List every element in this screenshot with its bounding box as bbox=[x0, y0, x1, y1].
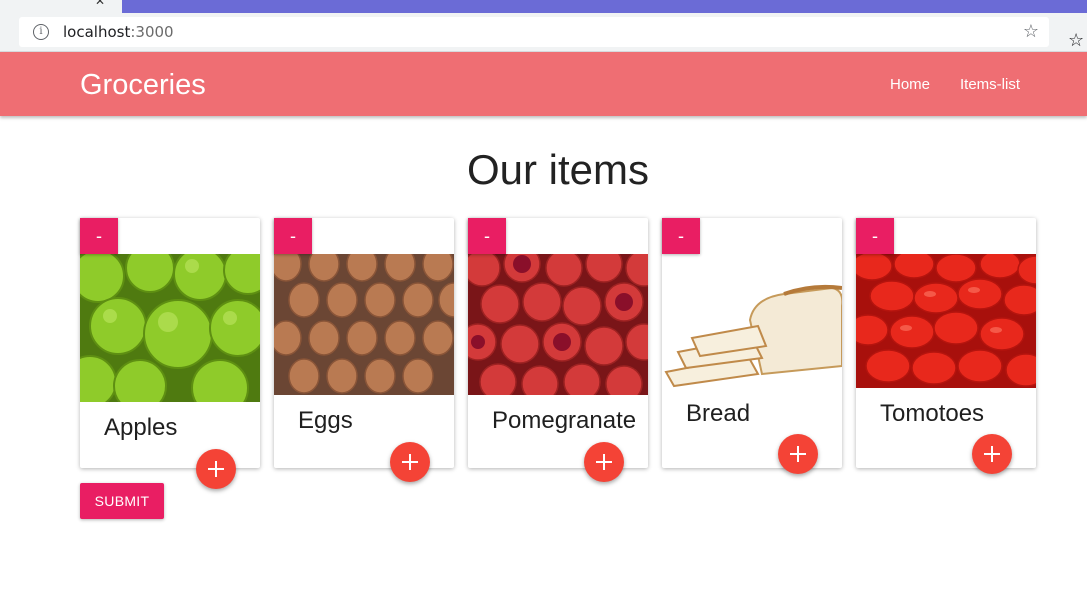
decrease-button[interactable]: - bbox=[274, 218, 312, 254]
item-name: Tomotoes bbox=[880, 400, 985, 427]
decrease-button[interactable]: - bbox=[856, 218, 894, 254]
plus-icon bbox=[790, 446, 806, 462]
plus-icon bbox=[208, 461, 224, 477]
nav-items-list[interactable]: Items-list bbox=[960, 76, 1020, 93]
browser-toolbar: i localhost:3000 ☆ ☆ bbox=[0, 13, 1087, 52]
item-name: Eggs bbox=[298, 407, 353, 434]
app-bar: Groceries Home Items-list bbox=[0, 52, 1087, 116]
url-text[interactable]: localhost:3000 bbox=[63, 23, 174, 41]
increase-button[interactable] bbox=[584, 442, 624, 482]
item-card-pomegranate: Pomegranate - bbox=[468, 218, 648, 482]
item-image-tomatoes bbox=[856, 254, 1036, 388]
decrease-button[interactable]: - bbox=[80, 218, 118, 254]
item-name: Apples bbox=[104, 414, 178, 441]
increase-button[interactable] bbox=[778, 434, 818, 474]
item-card-tomatoes: Tomotoes - bbox=[856, 218, 1036, 474]
plus-icon bbox=[596, 454, 612, 470]
page-title: Our items bbox=[466, 146, 650, 193]
nav-home[interactable]: Home bbox=[890, 76, 930, 93]
item-name: Pomegranate bbox=[492, 407, 637, 434]
increase-button[interactable] bbox=[972, 434, 1012, 474]
plus-icon bbox=[402, 454, 418, 470]
url-port: :3000 bbox=[130, 23, 174, 41]
address-bar[interactable]: i localhost:3000 ☆ bbox=[19, 17, 1049, 47]
url-host: localhost bbox=[63, 23, 131, 41]
plus-icon bbox=[984, 446, 1000, 462]
increase-button[interactable] bbox=[196, 449, 236, 489]
item-name: Bread bbox=[686, 400, 751, 427]
item-image-pomegranate bbox=[468, 254, 648, 395]
item-image-bread bbox=[662, 254, 842, 388]
item-card-apples: Apples - bbox=[80, 218, 260, 489]
browser-tab-active[interactable] bbox=[122, 0, 1087, 13]
info-icon[interactable]: i bbox=[33, 24, 49, 40]
reading-list-icon[interactable]: ☆ bbox=[1068, 30, 1084, 51]
item-image-apples bbox=[80, 254, 260, 402]
item-card-eggs: Eggs - bbox=[274, 218, 454, 482]
item-image-eggs bbox=[274, 254, 454, 395]
item-card-bread: Bread - bbox=[662, 218, 842, 474]
brand-title[interactable]: Groceries bbox=[80, 69, 206, 102]
bookmark-star-icon[interactable]: ☆ bbox=[1023, 21, 1039, 42]
tab-close-icon[interactable]: ✕ bbox=[95, 0, 105, 8]
decrease-button[interactable]: - bbox=[662, 218, 700, 254]
decrease-button[interactable]: - bbox=[468, 218, 506, 254]
browser-tab-strip: ✕ bbox=[0, 0, 1087, 13]
submit-button[interactable]: SUBMIT bbox=[80, 483, 164, 519]
increase-button[interactable] bbox=[390, 442, 430, 482]
